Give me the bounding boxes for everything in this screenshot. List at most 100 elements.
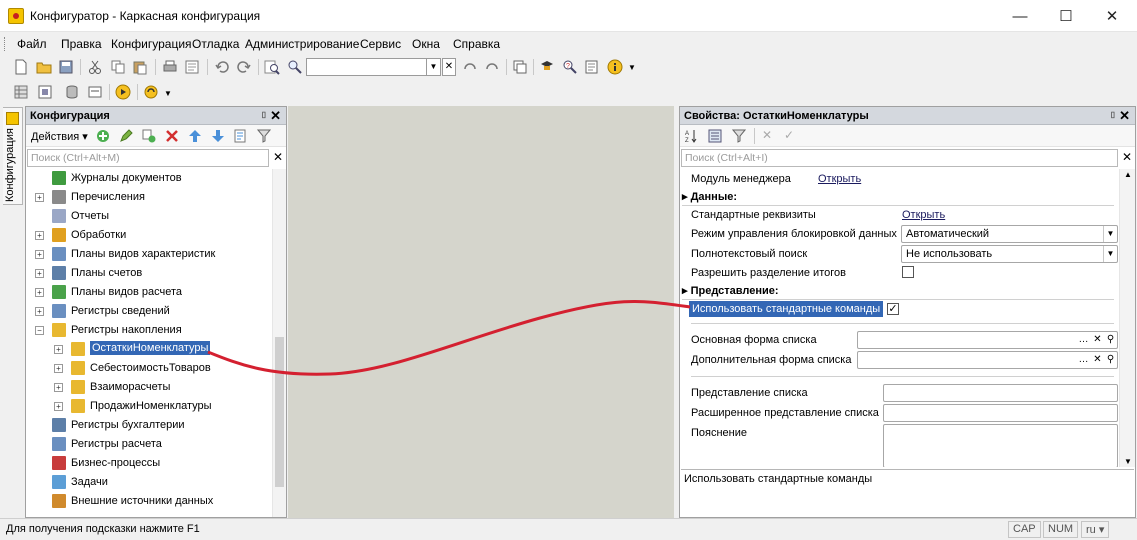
- menu-administration[interactable]: Администрирование: [245, 37, 359, 51]
- run-debug-icon[interactable]: [115, 84, 131, 100]
- close-panel-icon[interactable]: ✕: [270, 108, 281, 124]
- info-icon[interactable]: [607, 59, 623, 75]
- open-field-icon[interactable]: ⚲: [1104, 352, 1117, 368]
- delete-icon[interactable]: [165, 129, 179, 143]
- move-down-icon[interactable]: [211, 129, 225, 143]
- move-up-icon[interactable]: [188, 129, 202, 143]
- tree-item[interactable]: − Регистры накопления: [26, 321, 272, 340]
- select-ellipsis-icon[interactable]: …: [1077, 352, 1090, 368]
- lock-mode-select[interactable]: Автоматический ▼: [901, 225, 1118, 243]
- minimize-button[interactable]: —: [997, 2, 1043, 30]
- side-tab-configuration[interactable]: Конфигурация: [3, 107, 23, 205]
- open-folder-icon[interactable]: [36, 59, 52, 75]
- language-indicator[interactable]: ru ▾: [1081, 521, 1110, 538]
- tree-item[interactable]: + Планы видов характеристик: [26, 245, 272, 264]
- expand-icon[interactable]: +: [35, 269, 44, 278]
- table-icon[interactable]: [13, 84, 29, 100]
- tree-item[interactable]: + Обработки: [26, 226, 272, 245]
- expand-icon[interactable]: +: [54, 402, 63, 411]
- tree-item[interactable]: Регистры бухгалтерии: [26, 416, 272, 435]
- list-repr-field[interactable]: [883, 384, 1118, 402]
- expand-icon[interactable]: +: [54, 383, 63, 392]
- redo-icon[interactable]: [236, 59, 252, 75]
- search-icon[interactable]: [287, 59, 303, 75]
- toolbar-search-dropdown[interactable]: ▼: [427, 58, 441, 76]
- filter-icon[interactable]: [257, 129, 271, 143]
- expand-icon[interactable]: +: [35, 288, 44, 297]
- categories-icon[interactable]: [708, 129, 722, 143]
- find-in-module-icon[interactable]: [264, 59, 280, 75]
- collapse-icon[interactable]: −: [35, 326, 44, 335]
- cancel-icon[interactable]: ✕: [762, 128, 772, 142]
- scroll-up-icon[interactable]: ▲: [1124, 170, 1132, 179]
- scroll-down-icon[interactable]: ▼: [1124, 457, 1132, 466]
- sort-icon[interactable]: [234, 129, 248, 143]
- select-ellipsis-icon[interactable]: …: [1077, 332, 1090, 348]
- menu-service[interactable]: Сервис: [360, 37, 401, 51]
- clear-field-icon[interactable]: ✕: [1091, 352, 1104, 368]
- menu-configuration[interactable]: Конфигурация: [111, 37, 192, 51]
- pin-icon[interactable]: ▯: [262, 110, 266, 119]
- toolbar-search-clear[interactable]: ✕: [442, 58, 456, 76]
- menu-help[interactable]: Справка: [453, 37, 500, 51]
- cut-icon[interactable]: [87, 59, 103, 75]
- print-icon[interactable]: [162, 59, 178, 75]
- compare-icon[interactable]: [37, 84, 53, 100]
- clear-field-icon[interactable]: ✕: [1091, 332, 1104, 348]
- find-next-icon[interactable]: [484, 59, 500, 75]
- sort-alpha-icon[interactable]: AZ: [684, 129, 698, 143]
- update-config-icon[interactable]: [143, 84, 159, 100]
- close-panel-icon[interactable]: ✕: [1119, 108, 1130, 124]
- std-commands-checkbox[interactable]: ✓: [887, 303, 899, 315]
- help-topic-icon[interactable]: ?: [562, 59, 578, 75]
- tree-item[interactable]: Регистры расчета: [26, 435, 272, 454]
- filter-icon[interactable]: [732, 129, 746, 143]
- dropdown-arrow-icon[interactable]: ▼: [1103, 246, 1117, 262]
- explanation-field[interactable]: [883, 424, 1118, 467]
- copy-item-icon[interactable]: [142, 129, 156, 143]
- preview-icon[interactable]: [184, 59, 200, 75]
- std-commands-label[interactable]: Использовать стандартные команды: [689, 301, 884, 317]
- windows-icon[interactable]: [512, 59, 528, 75]
- expand-icon[interactable]: +: [35, 231, 44, 240]
- tree-item[interactable]: + Планы видов расчета: [26, 283, 272, 302]
- tree-item[interactable]: + СебестоимостьТоваров: [26, 359, 272, 378]
- menu-edit[interactable]: Правка: [61, 37, 102, 51]
- search-clear-icon[interactable]: ✕: [271, 150, 285, 166]
- properties-scrollbar[interactable]: ▲ ▼: [1119, 169, 1135, 467]
- tree-scroll-thumb[interactable]: [275, 337, 284, 487]
- new-file-icon[interactable]: [13, 59, 29, 75]
- manager-module-open-link[interactable]: Открыть: [818, 173, 861, 185]
- fulltext-search-select[interactable]: Не использовать ▼: [901, 245, 1118, 263]
- add-icon[interactable]: [96, 129, 110, 143]
- tree-scrollbar[interactable]: [272, 169, 286, 517]
- edit-icon[interactable]: [119, 129, 133, 143]
- book-icon[interactable]: [584, 59, 600, 75]
- tree-item[interactable]: + Взаиморасчеты: [26, 378, 272, 397]
- properties-search-input[interactable]: Поиск (Ctrl+Alt+I): [681, 149, 1118, 167]
- expand-icon[interactable]: +: [35, 193, 44, 202]
- undo-icon[interactable]: [214, 59, 230, 75]
- expand-icon[interactable]: +: [54, 345, 63, 354]
- dropdown-arrow-icon[interactable]: ▼: [1103, 226, 1117, 242]
- tree-item[interactable]: Бизнес-процессы: [26, 454, 272, 473]
- section-data-header[interactable]: ▸ Данные:: [682, 190, 737, 203]
- paste-icon[interactable]: [132, 59, 148, 75]
- main-form-field[interactable]: … ✕ ⚲: [857, 331, 1118, 349]
- tree-item[interactable]: Отчеты: [26, 207, 272, 226]
- expand-icon[interactable]: +: [35, 307, 44, 316]
- menu-windows[interactable]: Окна: [412, 37, 440, 51]
- form-icon[interactable]: [87, 84, 103, 100]
- save-icon[interactable]: [58, 59, 74, 75]
- tree-item[interactable]: + Перечисления: [26, 188, 272, 207]
- syntax-assistant-icon[interactable]: [539, 59, 555, 75]
- database-icon[interactable]: [64, 84, 80, 100]
- ext-list-repr-field[interactable]: [883, 404, 1118, 422]
- tree-item[interactable]: + ОстаткиНоменклатуры: [26, 340, 272, 359]
- find-previous-icon[interactable]: [462, 59, 478, 75]
- tree-item[interactable]: + Планы счетов: [26, 264, 272, 283]
- standard-attrs-open-link[interactable]: Открыть: [902, 209, 945, 221]
- tree-item[interactable]: Внешние источники данных: [26, 492, 272, 511]
- maximize-button[interactable]: ☐: [1043, 2, 1089, 30]
- update-dropdown-icon[interactable]: ▼: [164, 89, 172, 98]
